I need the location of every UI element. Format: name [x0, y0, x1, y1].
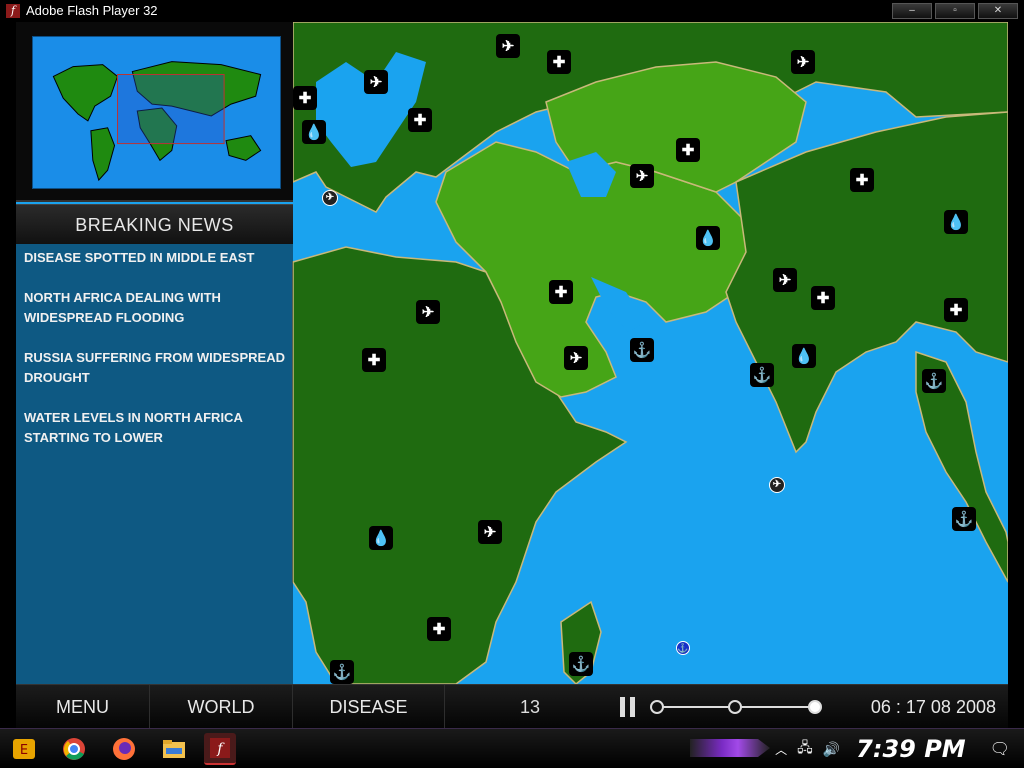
start-icon[interactable]: E: [8, 733, 40, 765]
airport-icon[interactable]: ✈: [416, 300, 440, 324]
speed-counter: 13: [519, 696, 541, 717]
hospital-icon[interactable]: ✚: [362, 348, 386, 372]
title-bar: f Adobe Flash Player 32 – ▫ ✕: [0, 0, 1024, 22]
window-title: Adobe Flash Player 32: [26, 3, 158, 18]
decorative-strip: [690, 739, 770, 757]
chrome-icon[interactable]: [58, 733, 90, 765]
airport-icon[interactable]: ✈: [364, 70, 388, 94]
hospital-icon[interactable]: ✚: [427, 617, 451, 641]
plane-in-flight-icon: ✈: [322, 190, 338, 206]
anchor-icon[interactable]: ⚓: [922, 369, 946, 393]
water-drop-icon[interactable]: 💧: [792, 344, 816, 368]
network-icon[interactable]: 🖧: [797, 737, 813, 761]
taskbar: E f ︿ 🖧 🔊 7:39 PM 🗨: [0, 728, 1024, 768]
news-item: NORTH AFRICA DEALING WITH WIDESPREAD FLO…: [24, 290, 221, 325]
ship-in-transit-icon: ⚓: [676, 641, 690, 655]
svg-text:E: E: [20, 743, 28, 758]
minimap-frame: [16, 22, 293, 202]
bottom-toolbar: MENU WORLD DISEASE 13 06 : 17 08 2008: [16, 684, 1008, 729]
flash-icon[interactable]: f: [204, 733, 236, 765]
news-item: RUSSIA SUFFERING FROM WIDESPREAD DROUGHT: [24, 350, 285, 385]
news-item: DISEASE SPOTTED IN MIDDLE EAST: [24, 250, 255, 265]
menu-button[interactable]: MENU: [16, 685, 150, 729]
water-drop-icon[interactable]: 💧: [302, 120, 326, 144]
hospital-icon[interactable]: ✚: [811, 286, 835, 310]
minimize-button[interactable]: –: [892, 3, 932, 19]
airport-icon[interactable]: ✈: [496, 34, 520, 58]
close-button[interactable]: ✕: [978, 3, 1018, 19]
minimap[interactable]: [32, 36, 281, 189]
hospital-icon[interactable]: ✚: [549, 280, 573, 304]
hospital-icon[interactable]: ✚: [547, 50, 571, 74]
taskbar-clock[interactable]: 7:39 PM: [856, 735, 966, 763]
system-tray: ︿ 🖧 🔊 7:39 PM 🗨: [775, 729, 1024, 768]
hospital-icon[interactable]: ✚: [944, 298, 968, 322]
anchor-icon[interactable]: ⚓: [750, 363, 774, 387]
game-date: 06 : 17 08 2008: [870, 696, 996, 717]
plane-in-flight-icon: ✈: [769, 477, 785, 493]
water-drop-icon[interactable]: 💧: [696, 226, 720, 250]
anchor-icon[interactable]: ⚓: [330, 660, 354, 684]
world-button[interactable]: WORLD: [150, 685, 293, 729]
water-drop-icon[interactable]: 💧: [944, 210, 968, 234]
world-map-view[interactable]: ✈ ✚ ✈ ✚ ✈ ✚ 💧 ✚ ✈ ✚ ✈ 💧 💧 ✈ ✚ ✚ ✈ ✚ ⚓ ✈ …: [16, 22, 1008, 684]
news-header: BREAKING NEWS: [16, 204, 293, 244]
news-header-label: BREAKING NEWS: [75, 215, 234, 235]
notifications-icon[interactable]: 🗨: [990, 739, 1010, 759]
hospital-icon[interactable]: ✚: [408, 108, 432, 132]
volume-icon[interactable]: 🔊: [823, 741, 840, 758]
airport-icon[interactable]: ✈: [564, 346, 588, 370]
speed-slider-knob[interactable]: [808, 700, 822, 714]
anchor-icon[interactable]: ⚓: [630, 338, 654, 362]
news-list: DISEASE SPOTTED IN MIDDLE EAST NORTH AFR…: [16, 244, 293, 684]
speed-slider-stop[interactable]: [728, 700, 742, 714]
game-area: ✈ ✚ ✈ ✚ ✈ ✚ 💧 ✚ ✈ ✚ ✈ 💧 💧 ✈ ✚ ✚ ✈ ✚ ⚓ ✈ …: [0, 22, 1024, 729]
maximize-button[interactable]: ▫: [935, 3, 975, 19]
airport-icon[interactable]: ✈: [630, 164, 654, 188]
airport-icon[interactable]: ✈: [791, 50, 815, 74]
hospital-icon[interactable]: ✚: [293, 86, 317, 110]
hospital-icon[interactable]: ✚: [676, 138, 700, 162]
news-item: WATER LEVELS IN NORTH AFRICA STARTING TO…: [24, 410, 243, 445]
explorer-icon[interactable]: [158, 733, 190, 765]
left-panel: BREAKING NEWS DISEASE SPOTTED IN MIDDLE …: [16, 22, 293, 684]
speed-slider-stop[interactable]: [650, 700, 664, 714]
disease-button[interactable]: DISEASE: [293, 685, 445, 729]
airport-icon[interactable]: ✈: [478, 520, 502, 544]
anchor-icon[interactable]: ⚓: [569, 652, 593, 676]
hospital-icon[interactable]: ✚: [850, 168, 874, 192]
pause-icon[interactable]: [620, 697, 636, 717]
water-drop-icon[interactable]: 💧: [369, 526, 393, 550]
firefox-icon[interactable]: [108, 733, 140, 765]
chevron-up-icon[interactable]: ︿: [775, 741, 787, 758]
airport-icon[interactable]: ✈: [773, 268, 797, 292]
flash-logo-icon: f: [6, 4, 20, 18]
anchor-icon[interactable]: ⚓: [952, 507, 976, 531]
